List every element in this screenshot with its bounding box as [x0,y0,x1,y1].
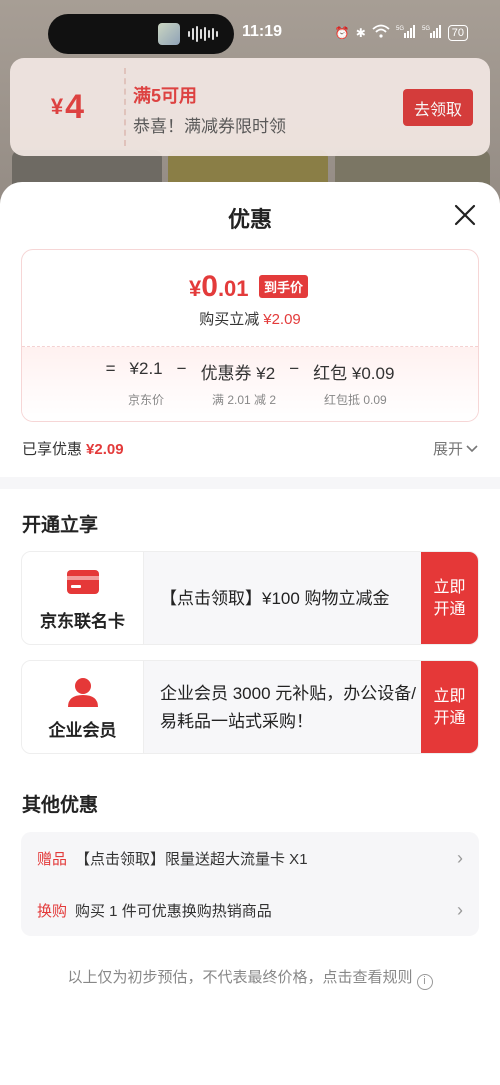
credit-card-icon [67,570,99,599]
jd-price-label: 京东价 [128,393,165,407]
bluetooth-icon: ✱ [355,25,366,40]
dynamic-island [48,14,234,54]
open-section-title: 开通立享 [22,515,99,536]
other-section-title: 其他优惠 [22,795,99,816]
open-now-button[interactable]: 立即 开通 [421,552,478,644]
exchange-tag: 换购 [37,902,68,920]
enjoyed-discount: 已享优惠 ¥2.09 [22,441,124,458]
info-icon: i [416,974,433,990]
minus-sign: − [289,359,300,378]
user-icon [68,677,98,712]
close-icon[interactable] [450,200,480,230]
status-icons: ⏰ ✱ 5G 5G 70 [335,24,468,41]
list-item[interactable]: 换购 购买 1 件可优惠换购热销商品 › [37,895,463,925]
audio-wave-icon [188,26,222,42]
member-type: 京东联名卡 [22,552,144,644]
other-discounts-list: 赠品 【点击领取】限量送超大流量卡 X1 › 换购 购买 1 件可优惠换购热销商… [21,832,479,936]
price-formula: = ¥2.1 − 优惠券 ¥2 − 红包 ¥0.09 [22,359,478,384]
member-description: 企业会员 3000 元补贴，办公设备/易耗品一站式采购！ [160,684,416,731]
price-card: ¥0.01 到手价 购买立减 ¥2.09 = ¥2.1 − 优惠券 ¥2 − 红包… [21,249,479,422]
discount-sheet: 优惠 ¥0.01 到手价 购买立减 ¥2.09 = ¥2.1 − 优惠券 ¥2 −… [0,182,500,1085]
chevron-right-icon: › [457,847,463,868]
equals-sign: = [105,359,116,378]
coupon-divider [124,68,126,146]
jd-price: ¥2.1 [129,359,163,378]
signal-icon: 5G [396,24,416,41]
coupon-amount: ¥4 [50,87,85,126]
coupon-discount: 优惠券 ¥2 [200,364,276,383]
coupon-label: 满 2.01 减 2 [212,393,277,407]
coupon-subtitle: 恭喜！满减券限时领 [133,117,286,136]
member-type: 企业会员 [22,661,144,753]
rules-note[interactable]: 以上仅为初步预估，不代表最终价格，点击查看规则 i [0,966,500,990]
member-description: 【点击领取】¥100 购物立减金 [160,589,390,608]
final-price-tag: 到手价 [259,275,309,298]
minus-sign: − [176,359,187,378]
coupon-banner[interactable]: ¥4 满5可用 恭喜！满减券限时领 去领取 [10,58,490,156]
battery-icon: 70 [447,24,468,41]
list-item[interactable]: 赠品 【点击领取】限量送超大流量卡 X1 › [37,843,463,873]
alarm-icon: ⏰ [334,25,350,40]
open-now-button[interactable]: 立即 开通 [421,661,478,753]
price-summary: ¥0.01 到手价 购买立减 ¥2.09 [22,250,478,346]
expand-button[interactable]: 展开 [433,438,478,459]
media-thumbnail [158,23,180,45]
status-bar: 11:19 ⏰ ✱ 5G 5G 70 [0,14,500,54]
final-price: ¥0.01 [189,270,249,303]
gift-tag: 赠品 [37,850,68,868]
jd-cobrand-card[interactable]: 京东联名卡 【点击领取】¥100 购物立减金 立即 开通 [21,551,479,645]
wifi-icon [372,24,390,41]
instant-discount: 购买立减 ¥2.09 [199,311,301,328]
price-breakdown: = ¥2.1 − 优惠券 ¥2 − 红包 ¥0.09 京东价 满 2.01 减 … [22,346,478,421]
chevron-down-icon [466,440,478,457]
svg-text:5G: 5G [422,26,430,32]
clock: 11:19 [242,23,283,40]
enterprise-member-card[interactable]: 企业会员 企业会员 3000 元补贴，办公设备/易耗品一站式采购！ 立即 开通 [21,660,479,754]
svg-text:5G: 5G [396,26,404,32]
section-divider [0,477,500,489]
claim-coupon-button[interactable]: 去领取 [403,89,473,126]
signal-icon: 5G [422,24,442,41]
redpacket-discount: 红包 ¥0.09 [313,364,395,383]
redpacket-label: 红包抵 0.09 [324,393,387,407]
sheet-title: 优惠 [227,207,272,232]
coupon-title: 满5可用 [133,86,198,106]
chevron-right-icon: › [457,899,463,920]
